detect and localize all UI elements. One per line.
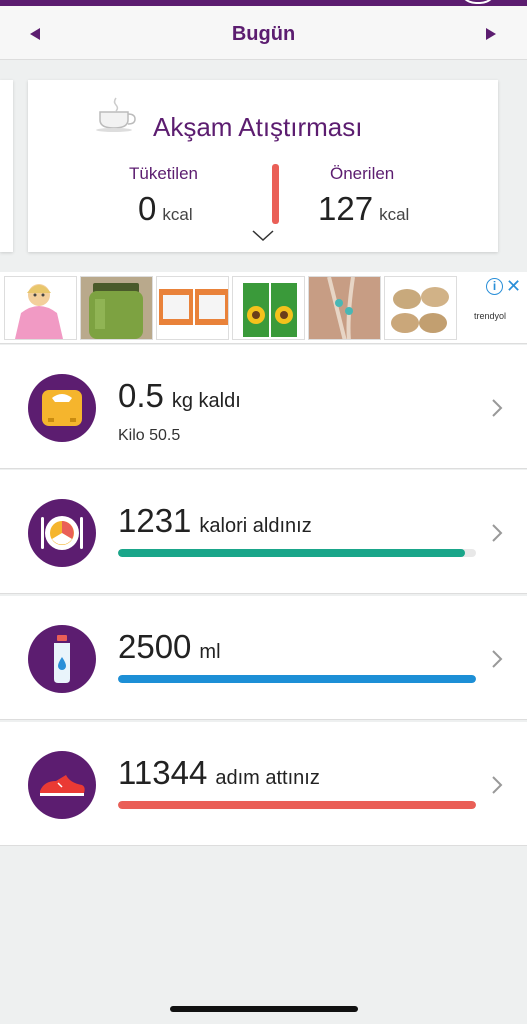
chevron-right-icon [492,524,503,542]
chevron-right-icon [492,650,503,668]
recommended-unit: kcal [379,205,410,224]
ad-product-packs[interactable] [156,276,229,340]
date-navigation: Bugün [0,6,527,60]
ad-product-necklace[interactable] [308,276,381,340]
weight-current: Kilo 50.5 [118,427,181,444]
steps-value: 11344 adım attınız [118,754,320,792]
weight-value: 0.5 kg kaldı [118,377,241,415]
calories-number: 1231 [118,502,192,539]
recommended-number: 127 [318,190,374,227]
calorie-indicator-bar [272,164,279,224]
plate-icon [28,499,96,567]
steps-progress-fill [118,801,476,809]
svg-text:trendyol: trendyol [474,311,506,321]
weight-number: 0.5 [118,377,164,414]
ad-banner[interactable]: i ✕ trendyol [0,272,527,344]
calories-suffix: kalori aldınız [199,515,312,537]
steps-progress-track [118,801,476,809]
ad-product-sunflower[interactable] [232,276,305,340]
sneaker-icon [28,751,96,819]
water-bottle-icon [28,625,96,693]
previous-meal-card[interactable] [0,80,13,252]
chevron-right-icon [492,776,503,794]
ad-product-doll[interactable] [4,276,77,340]
water-suffix: ml [199,641,221,663]
consumed-value: 0 kcal [138,190,193,228]
consumed-unit: kcal [162,205,193,224]
meal-card[interactable]: Akşam Atıştırması Tüketilen 0 kcal Öneril… [28,80,498,252]
weight-suffix: kg kaldı [171,390,241,412]
water-number: 2500 [118,628,192,665]
scale-icon [28,374,96,442]
page-title: Bugün [231,23,296,45]
avatar[interactable] [458,0,498,4]
next-day-button[interactable] [482,24,502,44]
home-indicator[interactable] [170,1006,358,1012]
weight-row[interactable]: 0.5 kg kaldı Kilo 50.5 [0,345,527,469]
ad-info-icon[interactable]: i [486,278,503,295]
calories-row[interactable]: 1231 kalori aldınız [0,470,527,594]
calories-value: 1231 kalori aldınız [118,502,312,540]
water-value: 2500 ml [118,628,221,666]
chevron-down-icon[interactable] [252,230,274,242]
trendyol-logo: trendyol [474,311,506,321]
ad-product-figs[interactable] [384,276,457,340]
recommended-label: Önerilen [330,164,395,183]
meal-title: Akşam Atıştırması [153,112,363,142]
steps-row[interactable]: 11344 adım attınız [0,722,527,846]
close-icon[interactable]: ✕ [506,276,521,297]
recommended-value: 127 kcal [318,190,409,228]
teacup-icon [96,97,136,132]
consumed-number: 0 [138,190,157,227]
water-progress-fill [118,675,476,683]
consumed-label: Tüketilen [129,164,198,183]
chevron-right-icon [492,399,503,417]
water-progress-track [118,675,476,683]
calories-progress-fill [118,549,466,557]
calories-progress-track [118,549,476,557]
steps-number: 11344 [118,754,208,791]
steps-suffix: adım attınız [215,767,320,789]
water-row[interactable]: 2500 ml [0,596,527,720]
ad-product-jar[interactable] [80,276,153,340]
